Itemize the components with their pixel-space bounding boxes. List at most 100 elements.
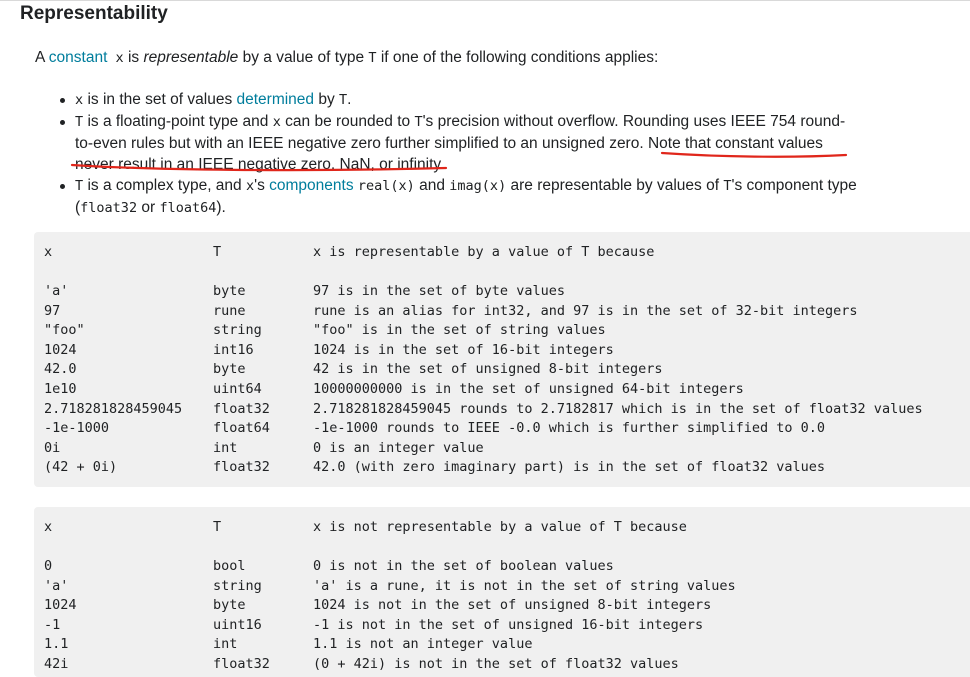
cell-reason: 1024 is not in the set of unsigned 8-bit… bbox=[313, 597, 712, 613]
table-row: 0 bool 0 is not in the set of boolean valu… bbox=[34, 556, 970, 576]
cell-x: 0i bbox=[44, 440, 61, 456]
components-link[interactable]: components bbox=[269, 177, 353, 194]
table-row: 97 rune rune is an alias for int32, and 97… bbox=[34, 301, 970, 321]
table-row: 42i float32 (0 + 42i) is not in the set of… bbox=[34, 654, 970, 674]
cell-type: int bbox=[213, 636, 238, 652]
cell-x: 'a' bbox=[44, 578, 69, 594]
cell-reason: 'a' is a rune, it is not in the set of s… bbox=[313, 578, 736, 594]
cell-type: string bbox=[213, 578, 262, 594]
cell-type: string bbox=[213, 322, 262, 338]
cell-type: float32 bbox=[213, 401, 270, 417]
representable-examples-table: x T x is representable by a value of T b… bbox=[34, 232, 970, 487]
table-row: -1 uint16 -1 is not in the set of unsigned… bbox=[34, 615, 970, 635]
cell-x: 1024 bbox=[44, 597, 77, 613]
cell-x: "foo" bbox=[44, 322, 85, 338]
section-heading: Representability bbox=[20, 3, 168, 24]
condition-3-text-or: or bbox=[137, 199, 160, 216]
condition-3-text-and: and bbox=[414, 177, 450, 194]
condition-item-3: T is a complex type, and x's components … bbox=[58, 175, 858, 219]
condition-1-text-by: by bbox=[314, 91, 340, 108]
table-row: 1024 int16 1024 is in the set of 16-bit in… bbox=[34, 340, 970, 360]
cell-type: uint64 bbox=[213, 381, 262, 397]
table-row: 2.718281828459045 float32 2.71828182845904… bbox=[34, 399, 970, 419]
cell-x: 0 bbox=[44, 558, 53, 574]
condition-2-code-x: x bbox=[272, 114, 281, 130]
condition-2-code-t: T bbox=[75, 114, 84, 130]
cell-type: int16 bbox=[213, 342, 254, 358]
intro-prefix: A bbox=[35, 49, 49, 66]
cell-reason: (0 + 42i) is not in the set of float32 v… bbox=[313, 656, 679, 672]
intro-emphasis: representable bbox=[143, 49, 239, 66]
cell-reason: 1.1 is not an integer value bbox=[313, 636, 533, 652]
cell-reason: -1e-1000 rounds to IEEE -0.0 which is fu… bbox=[313, 420, 826, 436]
cell-type: float32 bbox=[213, 656, 270, 672]
condition-3-code-x: x bbox=[245, 178, 255, 194]
condition-item-2: T is a floating-point type and x can be … bbox=[58, 111, 858, 175]
cell-reason: 0 is an integer value bbox=[313, 440, 484, 456]
table-header-row: x T x is not representable by a value of… bbox=[34, 517, 970, 537]
intro-suffix: if one of the following conditions appli… bbox=[376, 49, 659, 66]
intro-text-is: is bbox=[123, 49, 144, 66]
header-cell-t: T bbox=[213, 244, 222, 260]
table-header-row: x T x is representable by a value of T b… bbox=[34, 242, 970, 262]
header-cell-t: T bbox=[213, 519, 222, 535]
condition-3-text-s: 's bbox=[254, 177, 270, 194]
cell-type: byte bbox=[213, 283, 246, 299]
table-row: 1.1 int 1.1 is not an integer value bbox=[34, 634, 970, 654]
conditions-list: x is in the set of values determined by … bbox=[58, 89, 858, 219]
condition-3-text: is a complex type, and bbox=[83, 177, 246, 194]
condition-3-code-t: T bbox=[75, 178, 84, 194]
condition-2-code-t2: T bbox=[414, 114, 423, 130]
intro-code-x: x bbox=[107, 50, 124, 66]
cell-x: (42 + 0i) bbox=[44, 459, 118, 475]
constant-link[interactable]: constant bbox=[49, 49, 108, 66]
cell-x: -1e-1000 bbox=[44, 420, 110, 436]
cell-reason: 0 is not in the set of boolean values bbox=[313, 558, 614, 574]
table-row: 42.0 byte 42 is in the set of unsigned 8-b… bbox=[34, 359, 970, 379]
cell-type: uint16 bbox=[213, 617, 262, 633]
cell-type: float32 bbox=[213, 459, 270, 475]
cell-reason: 10000000000 is in the set of unsigned 64… bbox=[313, 381, 744, 397]
condition-3-code-float32: float32 bbox=[80, 200, 138, 216]
header-cell-x: x bbox=[44, 244, 53, 260]
cell-type: byte bbox=[213, 361, 246, 377]
cell-reason: rune is an alias for int32, and 97 is in… bbox=[313, 303, 858, 319]
condition-3-code-imag: imag(x) bbox=[449, 178, 507, 194]
cell-reason: 97 is in the set of byte values bbox=[313, 283, 565, 299]
condition-2-text: is a floating-point type and bbox=[83, 113, 273, 130]
cell-x: -1 bbox=[44, 617, 61, 633]
cell-type: int bbox=[213, 440, 238, 456]
condition-1-code-x: x bbox=[75, 92, 84, 108]
condition-1-text: is in the set of values bbox=[83, 91, 237, 108]
cell-reason: 42.0 (with zero imaginary part) is in th… bbox=[313, 459, 826, 475]
table-row: 0i int 0 is an integer value bbox=[34, 438, 970, 458]
condition-3-code-float64: float64 bbox=[159, 200, 217, 216]
not-representable-examples-table: x T x is not representable by a value of… bbox=[34, 507, 970, 677]
header-cell-x: x bbox=[44, 519, 53, 535]
cell-type: byte bbox=[213, 597, 246, 613]
spec-section: Representability A constant x is represe… bbox=[0, 0, 970, 677]
condition-2-text-rounded: can be rounded to bbox=[280, 113, 415, 130]
cell-x: 2.718281828459045 bbox=[44, 401, 183, 417]
cell-type: float64 bbox=[213, 420, 270, 436]
condition-3-close: ). bbox=[216, 199, 226, 216]
table-row: 1024 byte 1024 is not in the set of unsign… bbox=[34, 595, 970, 615]
table-row: 'a' byte 97 is in the set of byte values bbox=[34, 281, 970, 301]
cell-x: 42i bbox=[44, 656, 69, 672]
table-row: 1e10 uint64 10000000000 is in the set of u… bbox=[34, 379, 970, 399]
header-cell-reason: x is representable by a value of T becau… bbox=[313, 244, 655, 260]
cell-x: 1.1 bbox=[44, 636, 69, 652]
cell-reason: 2.718281828459045 rounds to 2.7182817 wh… bbox=[313, 401, 923, 417]
cell-x: 97 bbox=[44, 303, 61, 319]
condition-3-text-representable: are representable by values of bbox=[506, 177, 724, 194]
table-row: -1e-1000 float64 -1e-1000 rounds to IEEE -… bbox=[34, 418, 970, 438]
determined-link[interactable]: determined bbox=[237, 91, 315, 108]
cell-reason: -1 is not in the set of unsigned 16-bit … bbox=[313, 617, 704, 633]
header-cell-reason: x is not representable by a value of T b… bbox=[313, 519, 687, 535]
condition-item-1: x is in the set of values determined by … bbox=[58, 89, 858, 111]
table-row: "foo" string "foo" is in the set of string… bbox=[34, 320, 970, 340]
condition-1-period: . bbox=[347, 91, 352, 108]
intro-code-t: T bbox=[368, 50, 377, 66]
intro-paragraph: A constant x is representable by a value… bbox=[35, 47, 658, 69]
cell-reason: 42 is in the set of unsigned 8-bit integ… bbox=[313, 361, 663, 377]
